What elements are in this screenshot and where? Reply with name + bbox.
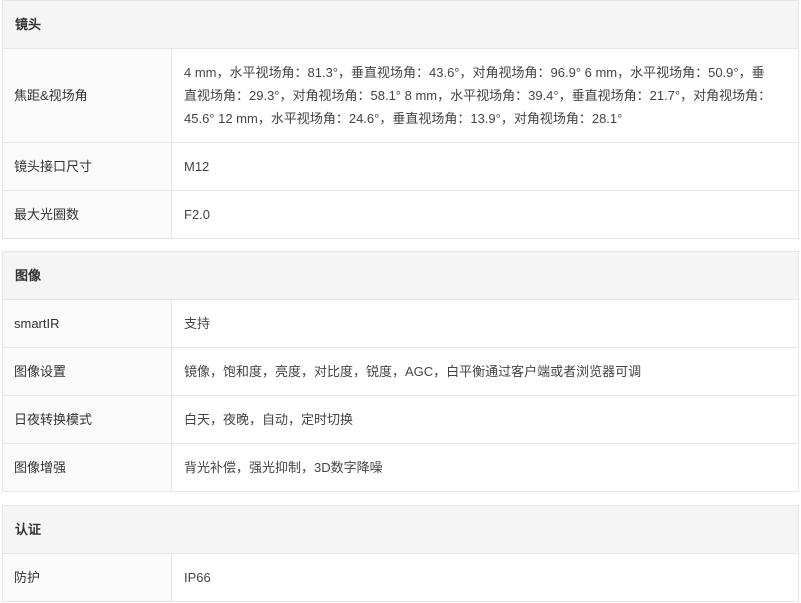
spec-row-smartir: smartIR 支持	[3, 300, 798, 348]
spec-value: 白天，夜晚，自动，定时切换	[172, 396, 798, 443]
spec-row-image-settings: 图像设置 镜像，饱和度，亮度，对比度，锐度，AGC，白平衡通过客户端或者浏览器可…	[3, 348, 798, 396]
spec-label: 图像设置	[3, 348, 172, 395]
spec-value: 支持	[172, 300, 798, 347]
spec-label: 图像增强	[3, 444, 172, 491]
spec-row-lens-mount: 镜头接口尺寸 M12	[3, 143, 798, 191]
spec-value: 镜像，饱和度，亮度，对比度，锐度，AGC，白平衡通过客户端或者浏览器可调	[172, 348, 798, 395]
section-title: 镜头	[3, 1, 798, 49]
spec-value: 4 mm，水平视场角：81.3°，垂直视场角：43.6°，对角视场角：96.9°…	[172, 49, 798, 142]
spec-label: 防护	[3, 554, 172, 601]
spec-row-protection: 防护 IP66	[3, 554, 798, 601]
spec-row-max-aperture: 最大光圈数 F2.0	[3, 191, 798, 238]
section-title: 图像	[3, 252, 798, 300]
section-title: 认证	[3, 506, 798, 554]
spec-value: 背光补偿，强光抑制，3D数字降噪	[172, 444, 798, 491]
spec-value: IP66	[172, 554, 798, 601]
spec-section-lens: 镜头 焦距&视场角 4 mm，水平视场角：81.3°，垂直视场角：43.6°，对…	[2, 0, 799, 239]
spec-label: smartIR	[3, 300, 172, 347]
spec-label: 最大光圈数	[3, 191, 172, 238]
spec-label: 焦距&视场角	[3, 49, 172, 142]
spec-row-focal-length: 焦距&视场角 4 mm，水平视场角：81.3°，垂直视场角：43.6°，对角视场…	[3, 49, 798, 143]
spec-section-image: 图像 smartIR 支持 图像设置 镜像，饱和度，亮度，对比度，锐度，AGC，…	[2, 251, 799, 492]
spec-row-day-night: 日夜转换模式 白天，夜晚，自动，定时切换	[3, 396, 798, 444]
spec-page: 镜头 焦距&视场角 4 mm，水平视场角：81.3°，垂直视场角：43.6°，对…	[2, 0, 799, 602]
spec-label: 镜头接口尺寸	[3, 143, 172, 190]
spec-section-certification: 认证 防护 IP66	[2, 505, 799, 602]
spec-label: 日夜转换模式	[3, 396, 172, 443]
spec-value: M12	[172, 143, 798, 190]
spec-row-image-enhancement: 图像增强 背光补偿，强光抑制，3D数字降噪	[3, 444, 798, 491]
spec-value: F2.0	[172, 191, 798, 238]
